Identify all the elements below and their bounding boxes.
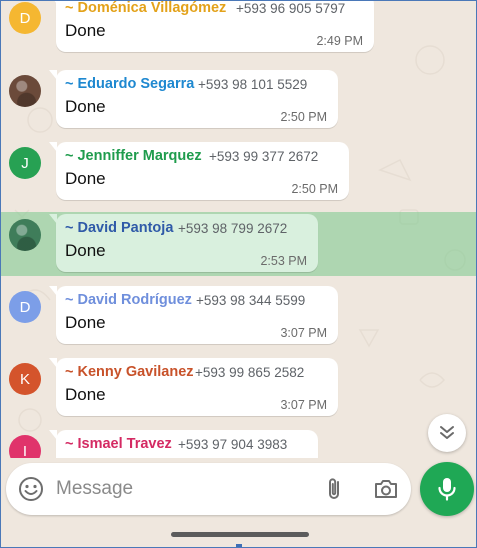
avatar[interactable]: D: [9, 2, 41, 34]
message-text: Done: [65, 21, 106, 40]
voice-message-button[interactable]: [420, 462, 474, 516]
message-bubble[interactable]: ~ David Pantoja +593 98 799 2672 Done 2:53 …: [49, 214, 318, 272]
sender-name[interactable]: ~ David Pantoja: [65, 220, 173, 236]
microphone-icon: [438, 478, 456, 501]
avatar[interactable]: D: [9, 291, 41, 323]
message-text: Done: [65, 313, 106, 332]
sender-phone: +593 97 904 3983: [178, 437, 288, 452]
message-bubble[interactable]: ~ Kenny Gavilanez +593 99 865 2582 Done 3:0…: [49, 358, 338, 416]
message-bubble[interactable]: ~ Eduardo Segarra +593 98 101 5529 Done 2:5…: [49, 70, 338, 128]
emoji-icon[interactable]: [18, 476, 44, 502]
message-bubble[interactable]: ~ Doménica Villagómez +593 96 905 5797 Don…: [49, 0, 374, 52]
message-timestamp: 3:07 PM: [280, 326, 327, 340]
message-row[interactable]: D ~ David Rodríguez +593 98 344 5599 Done 3:…: [0, 284, 477, 348]
sender-name[interactable]: ~ Kenny Gavilanez: [65, 364, 194, 380]
message-timestamp: 2:53 PM: [260, 254, 307, 268]
message-composer[interactable]: Message: [6, 463, 411, 515]
double-chevron-down-icon: [440, 426, 454, 439]
message-row[interactable]: D ~ Doménica Villagómez +593 96 905 5797 Do…: [0, 0, 477, 64]
sender-phone: +593 99 377 2672: [209, 149, 319, 164]
message-input[interactable]: Message: [56, 478, 133, 500]
avatar[interactable]: J: [9, 147, 41, 179]
sender-name[interactable]: ~ Doménica Villagómez: [65, 0, 226, 16]
avatar[interactable]: [9, 219, 41, 251]
attachment-icon[interactable]: [322, 476, 348, 502]
avatar[interactable]: [9, 75, 41, 107]
message-row[interactable]: K ~ Kenny Gavilanez +593 99 865 2582 Done 3:…: [0, 356, 477, 420]
message-timestamp: 3:07 PM: [280, 398, 327, 412]
camera-icon[interactable]: [372, 476, 400, 502]
sender-name[interactable]: ~ Eduardo Segarra: [65, 76, 194, 92]
sender-name[interactable]: ~ Ismael Travez: [65, 436, 172, 452]
sender-phone: +593 98 101 5529: [198, 77, 308, 92]
message-bubble[interactable]: ~ Jenniffer Marquez +593 99 377 2672 Done 2…: [49, 142, 349, 200]
message-row[interactable]: ~ Eduardo Segarra +593 98 101 5529 Done 2:5…: [0, 68, 477, 132]
sender-phone: +593 96 905 5797: [236, 1, 346, 16]
home-gesture-handle[interactable]: [171, 532, 309, 537]
scroll-to-bottom-button[interactable]: [428, 414, 466, 452]
message-text: Done: [65, 97, 106, 116]
message-text: Done: [65, 241, 106, 260]
sender-name[interactable]: ~ David Rodríguez: [65, 292, 192, 308]
message-text: Done: [65, 385, 106, 404]
message-text: Done: [65, 169, 106, 188]
system-navigation-bar: [0, 520, 477, 548]
sender-phone: +593 99 865 2582: [195, 365, 305, 380]
message-row[interactable]: J ~ Jenniffer Marquez +593 99 377 2672 Done…: [0, 140, 477, 204]
message-row[interactable]: I ~ Ismael Travez +593 97 904 3983: [0, 428, 477, 458]
chat-area[interactable]: D ~ Doménica Villagómez +593 96 905 5797 Do…: [0, 0, 477, 458]
sender-name[interactable]: ~ Jenniffer Marquez: [65, 148, 202, 164]
message-timestamp: 2:50 PM: [291, 182, 338, 196]
message-row[interactable]: ~ David Pantoja +593 98 799 2672 Done 2:53 …: [0, 212, 477, 276]
nav-indicator: [236, 544, 242, 548]
message-timestamp: 2:50 PM: [280, 110, 327, 124]
avatar[interactable]: I: [9, 435, 41, 458]
message-bubble[interactable]: ~ David Rodríguez +593 98 344 5599 Done 3:0…: [49, 286, 338, 344]
message-bubble[interactable]: ~ Ismael Travez +593 97 904 3983: [49, 430, 318, 458]
avatar[interactable]: K: [9, 363, 41, 395]
sender-phone: +593 98 344 5599: [196, 293, 306, 308]
sender-phone: +593 98 799 2672: [178, 221, 288, 236]
message-timestamp: 2:49 PM: [316, 34, 363, 48]
